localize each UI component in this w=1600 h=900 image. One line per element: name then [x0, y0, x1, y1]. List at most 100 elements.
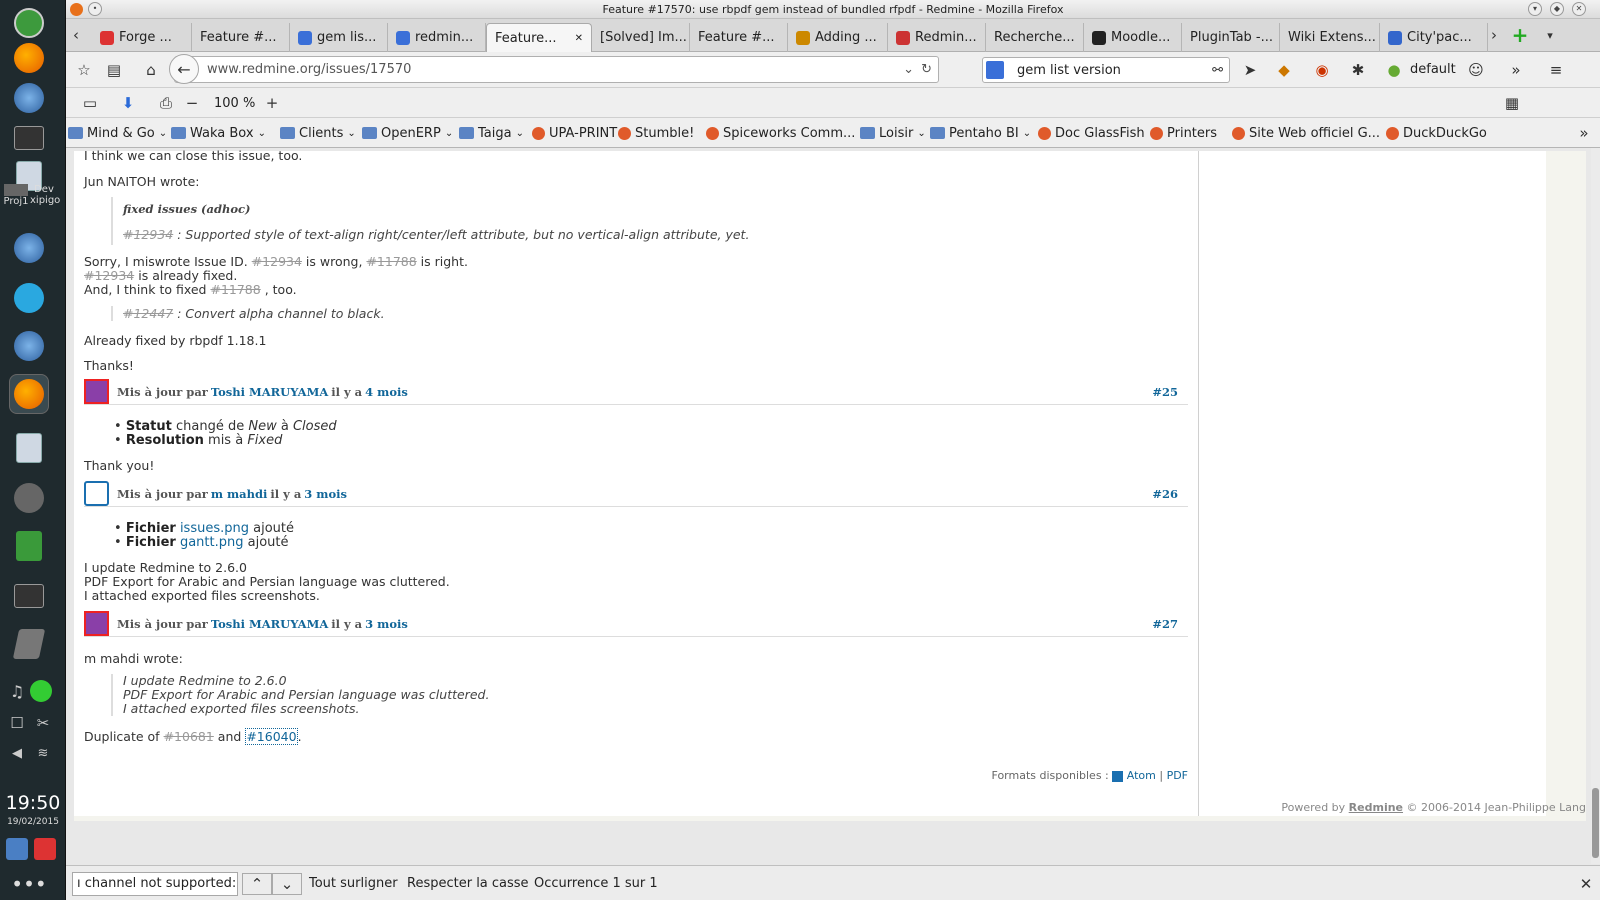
scrollbar-thumb[interactable]	[1592, 788, 1599, 858]
firefox-icon[interactable]	[9, 38, 49, 78]
print-icon[interactable]: ⎙	[156, 93, 176, 113]
tabs-scroll-left-icon[interactable]: ‹	[66, 25, 86, 45]
bookmark-4[interactable]: OpenERP ⌄	[362, 124, 453, 142]
power-icon[interactable]	[32, 836, 58, 862]
tab-list-icon[interactable]: ▾	[1540, 25, 1560, 45]
thunderbird-icon[interactable]	[9, 78, 49, 118]
issue-link[interactable]: #16040	[245, 728, 298, 745]
tab-2[interactable]: Feature #...	[192, 23, 290, 52]
highlight-all-button[interactable]: Tout surligner	[309, 876, 398, 891]
search-box[interactable]: gem list version ⚯	[982, 57, 1230, 83]
back-icon[interactable]: ←	[169, 54, 199, 84]
zoom-level[interactable]: 100 %	[214, 96, 255, 111]
profile-label[interactable]: default	[1410, 62, 1456, 77]
journal-author-link[interactable]: m mahdi	[211, 487, 268, 501]
pdf-link[interactable]: PDF	[1167, 769, 1188, 782]
tab-13[interactable]: Wiki Extens...	[1280, 23, 1380, 52]
chat-icon[interactable]: ☺	[1466, 60, 1486, 80]
adblock-icon[interactable]: ◉	[1312, 60, 1332, 80]
issue-link[interactable]: #12934	[123, 227, 173, 242]
search-input[interactable]: gem list version	[1017, 63, 1121, 78]
attachment-link[interactable]: issues.png	[180, 521, 249, 536]
tab-8[interactable]: Adding ...	[788, 23, 888, 52]
checkmark-icon[interactable]	[28, 678, 54, 704]
bookmark-11[interactable]: Doc GlassFish	[1038, 124, 1145, 142]
wifi-icon[interactable]: ≋	[30, 740, 56, 766]
thunderbird-icon[interactable]	[9, 326, 49, 366]
lock-icon[interactable]	[4, 836, 30, 862]
reload-icon[interactable]: ↻	[921, 62, 932, 77]
home-icon[interactable]: ⌂	[141, 60, 161, 80]
bookmark-13[interactable]: Site Web officiel G...	[1232, 124, 1380, 142]
tab-10[interactable]: Recherche...	[986, 23, 1084, 52]
journal-date-link[interactable]: 3 mois	[304, 487, 347, 501]
find-next-icon[interactable]: ⌄	[272, 873, 302, 895]
issue-link[interactable]: #12934	[84, 268, 134, 283]
workspace-dev[interactable]: Dev xipigo	[30, 184, 60, 212]
overflow-icon[interactable]: »	[1506, 60, 1526, 80]
bookmark-14[interactable]: DuckDuckGo	[1386, 124, 1487, 142]
minimize-icon[interactable]: ▾	[1528, 2, 1542, 16]
chrome-icon[interactable]	[9, 478, 49, 518]
profile-icon[interactable]: ●	[1384, 60, 1404, 80]
attachment-link[interactable]: gantt.png	[180, 535, 244, 550]
issue-link[interactable]: #11788	[366, 254, 416, 269]
menu-icon[interactable]: ≡	[1546, 60, 1566, 80]
issue-link[interactable]: #11788	[210, 282, 260, 297]
chat-icon[interactable]	[9, 278, 49, 318]
issue-link[interactable]: #10681	[164, 729, 214, 744]
tab-9[interactable]: Redmin...	[888, 23, 986, 52]
bookmark-12[interactable]: Printers	[1150, 124, 1217, 142]
bookmark-6[interactable]: UPA-PRINT	[532, 124, 617, 142]
tab-4[interactable]: redmin...	[388, 23, 486, 52]
bookmark-7[interactable]: Stumble!	[618, 124, 694, 142]
chat-bubble-icon[interactable]: ☐	[4, 710, 30, 736]
journal-number-link[interactable]: #25	[1152, 385, 1178, 399]
bookmark-1[interactable]: Mind & Go ⌄	[68, 124, 167, 142]
tab-7[interactable]: Feature #...	[690, 23, 788, 52]
zoom-in-icon[interactable]: +	[262, 93, 282, 113]
terminal-icon[interactable]	[9, 576, 49, 616]
thunderbird-icon[interactable]	[9, 228, 49, 268]
tab-6[interactable]: [Solved] Im...	[592, 23, 690, 52]
close-find-icon[interactable]: ✕	[1576, 874, 1596, 894]
extension-icon[interactable]: ◆	[1274, 60, 1294, 80]
redmine-link[interactable]: Redmine	[1349, 801, 1403, 814]
grid-icon[interactable]: ▦	[1502, 93, 1522, 113]
window-menu-icon[interactable]: •	[88, 2, 102, 16]
app-launcher-icon[interactable]	[9, 3, 49, 43]
close-tab-icon[interactable]: ✕	[575, 33, 583, 44]
maximize-icon[interactable]: ◆	[1550, 2, 1564, 16]
tab-3[interactable]: gem lis...	[290, 23, 388, 52]
volume-icon[interactable]: ◀	[4, 740, 30, 766]
bookmark-5[interactable]: Taiga ⌄	[459, 124, 524, 142]
bookmark-9[interactable]: Loisir ⌄	[860, 124, 926, 142]
tools-icon[interactable]: ✂	[30, 710, 56, 736]
journal-author-link[interactable]: Toshi MARUYAMA	[211, 385, 328, 399]
workspace-proj1[interactable]: Proj1	[2, 184, 30, 212]
url-bar[interactable]: ← www.redmine.org/issues/17570 ⌄ ↻	[169, 54, 939, 84]
close-icon[interactable]: ✕	[1572, 2, 1586, 16]
page-scrollbar[interactable]	[1591, 148, 1600, 864]
new-tab-icon[interactable]: +	[1510, 23, 1530, 47]
search-engine-icon[interactable]	[986, 61, 1004, 79]
bookmarks-icon[interactable]: ▤	[104, 60, 124, 80]
tab-11[interactable]: Moodle...	[1084, 23, 1182, 52]
terminal-icon[interactable]	[9, 118, 49, 158]
tabs-scroll-right-icon[interactable]: ›	[1484, 25, 1504, 45]
atom-link[interactable]: Atom	[1127, 769, 1156, 782]
bookmark-8[interactable]: Spiceworks Comm...	[706, 124, 855, 142]
binoculars-icon[interactable]: ⚯	[1212, 63, 1223, 78]
bookmark-3[interactable]: Clients ⌄	[280, 124, 356, 142]
bookmark-2[interactable]: Waka Box ⌄	[171, 124, 266, 142]
settings-icon[interactable]	[9, 624, 49, 664]
bookmark-10[interactable]: Pentaho BI ⌄	[930, 124, 1031, 142]
find-previous-icon[interactable]: ⌃	[242, 873, 272, 895]
spreadsheet-icon[interactable]	[9, 526, 49, 566]
extension-dropdown-icon[interactable]: ✱	[1348, 60, 1368, 80]
send-icon[interactable]: ➤	[1240, 60, 1260, 80]
more-icon[interactable]: •••	[9, 864, 49, 900]
issue-link[interactable]: #12934	[252, 254, 302, 269]
tab-1[interactable]: Forge ...	[92, 23, 192, 52]
music-icon[interactable]: ♫	[4, 678, 30, 704]
